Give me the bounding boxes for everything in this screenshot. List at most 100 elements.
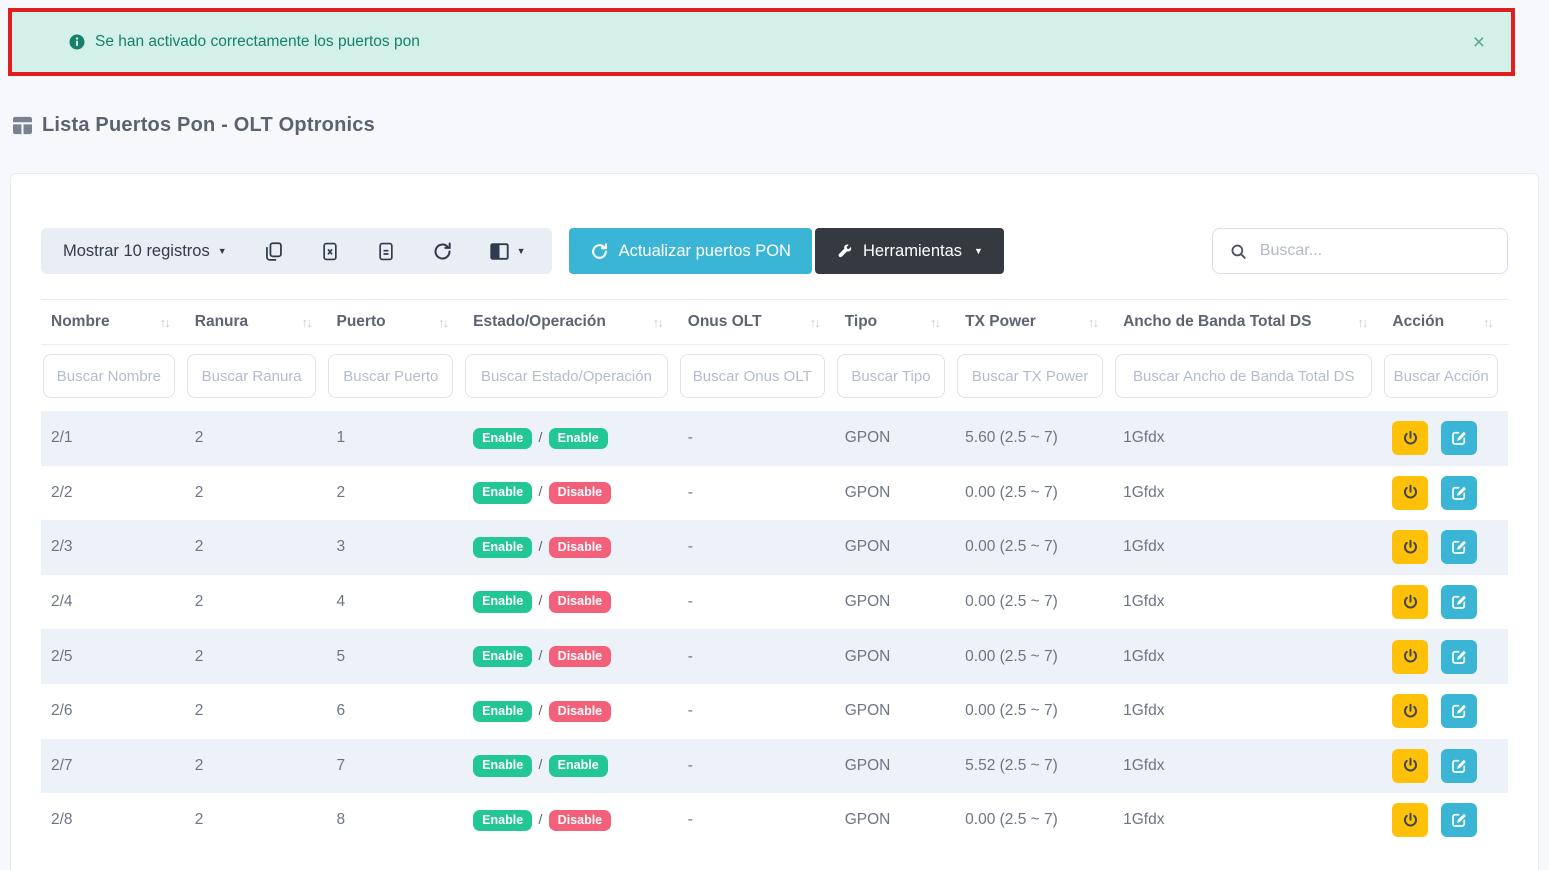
estado-separator: / <box>538 756 542 772</box>
operacion-badge: Enable <box>549 428 608 450</box>
power-icon <box>1401 811 1420 830</box>
cell-tipo: GPON <box>835 411 955 466</box>
filter-tx-power-input[interactable] <box>957 354 1103 398</box>
filter-ancho-input[interactable] <box>1115 354 1372 398</box>
edit-icon <box>1450 702 1468 720</box>
power-toggle-button[interactable] <box>1392 585 1428 619</box>
export-file-button[interactable] <box>376 241 396 262</box>
cell-ancho-banda: 1Gfdx <box>1113 411 1382 466</box>
filter-estado-input[interactable] <box>465 354 668 398</box>
operacion-badge: Disable <box>549 591 611 613</box>
power-toggle-button[interactable] <box>1392 640 1428 674</box>
cell-tx-power: 0.00 (2.5 ~ 7) <box>955 575 1113 630</box>
edit-icon <box>1450 429 1468 447</box>
table-row: 2/6 2 6 Enable / Disable - GPON 0.00 (2.… <box>41 684 1508 739</box>
sort-icon[interactable]: ↑↓ <box>930 315 939 330</box>
filter-accion-input[interactable] <box>1384 354 1498 398</box>
cell-tipo: GPON <box>835 575 955 630</box>
column-header-puerto[interactable]: Puerto↑↓ <box>326 300 463 345</box>
cell-onus-olt: - <box>678 684 835 739</box>
edit-button[interactable] <box>1441 803 1477 837</box>
cell-puerto: 5 <box>326 629 463 684</box>
cell-accion <box>1382 739 1508 794</box>
estado-separator: / <box>538 647 542 663</box>
cell-estado-operacion: Enable / Disable <box>463 466 678 521</box>
cell-tipo: GPON <box>835 793 955 848</box>
length-menu-dropdown[interactable]: Mostrar 10 registros ▼ <box>63 242 227 261</box>
column-header-ancho-banda[interactable]: Ancho de Banda Total DS↑↓ <box>1113 300 1382 345</box>
column-header-tx-power[interactable]: TX Power↑↓ <box>955 300 1113 345</box>
chevron-down-icon: ▼ <box>517 247 526 256</box>
edit-button[interactable] <box>1441 585 1477 619</box>
close-icon[interactable]: × <box>1473 32 1485 53</box>
column-header-accion[interactable]: Acción↑↓ <box>1382 300 1508 345</box>
cell-puerto: 6 <box>326 684 463 739</box>
sort-icon[interactable]: ↑↓ <box>160 315 169 330</box>
cell-accion <box>1382 575 1508 630</box>
filter-puerto-input[interactable] <box>328 354 453 398</box>
operacion-badge: Disable <box>549 810 611 832</box>
estado-separator: / <box>538 592 542 608</box>
cell-ranura: 2 <box>185 575 327 630</box>
sort-icon[interactable]: ↑↓ <box>1088 315 1097 330</box>
edit-button[interactable] <box>1441 530 1477 564</box>
column-header-onus-olt[interactable]: Onus OLT↑↓ <box>678 300 835 345</box>
power-toggle-button[interactable] <box>1392 694 1428 728</box>
power-icon <box>1401 702 1420 721</box>
table-row: 2/7 2 7 Enable / Enable - GPON 5.52 (2.5… <box>41 739 1508 794</box>
cell-ranura: 2 <box>185 411 327 466</box>
sort-icon[interactable]: ↑↓ <box>1483 315 1492 330</box>
reload-button[interactable] <box>432 241 453 262</box>
sort-icon[interactable]: ↑↓ <box>810 315 819 330</box>
column-visibility-dropdown[interactable]: ▼ <box>489 242 526 261</box>
cell-ancho-banda: 1Gfdx <box>1113 629 1382 684</box>
sort-icon[interactable]: ↑↓ <box>653 315 662 330</box>
sort-icon[interactable]: ↑↓ <box>1357 315 1366 330</box>
power-toggle-button[interactable] <box>1392 530 1428 564</box>
column-header-nombre[interactable]: Nombre↑↓ <box>41 300 185 345</box>
cell-estado-operacion: Enable / Enable <box>463 739 678 794</box>
power-toggle-button[interactable] <box>1392 749 1428 783</box>
cell-onus-olt: - <box>678 629 835 684</box>
page-title: Lista Puertos Pon - OLT Optronics <box>12 114 375 137</box>
power-toggle-button[interactable] <box>1392 421 1428 455</box>
tools-label: Herramientas <box>863 242 962 261</box>
update-pon-ports-button[interactable]: Actualizar puertos PON <box>569 228 812 274</box>
cell-estado-operacion: Enable / Disable <box>463 575 678 630</box>
edit-button[interactable] <box>1441 640 1477 674</box>
cell-onus-olt: - <box>678 520 835 575</box>
cell-accion <box>1382 466 1508 521</box>
wrench-icon <box>836 243 853 260</box>
filter-onus-input[interactable] <box>680 354 825 398</box>
filter-ranura-input[interactable] <box>187 354 317 398</box>
operacion-badge: Disable <box>549 482 611 504</box>
estado-separator: / <box>538 702 542 718</box>
power-toggle-button[interactable] <box>1392 803 1428 837</box>
cell-puerto: 7 <box>326 739 463 794</box>
success-alert: Se han activado correctamente los puerto… <box>12 12 1511 72</box>
estado-separator: / <box>538 429 542 445</box>
copy-button[interactable] <box>263 241 284 262</box>
cell-ranura: 2 <box>185 520 327 575</box>
edit-button[interactable] <box>1441 421 1477 455</box>
cell-onus-olt: - <box>678 575 835 630</box>
cell-nombre: 2/8 <box>41 793 185 848</box>
power-icon <box>1401 483 1420 502</box>
filter-nombre-input[interactable] <box>43 354 175 398</box>
filter-row <box>41 345 1508 412</box>
export-excel-button[interactable] <box>320 241 340 262</box>
sort-icon[interactable]: ↑↓ <box>301 315 310 330</box>
tools-dropdown-button[interactable]: Herramientas ▼ <box>815 228 1004 274</box>
search-input[interactable] <box>1260 242 1490 260</box>
column-header-ranura[interactable]: Ranura↑↓ <box>185 300 327 345</box>
sort-icon[interactable]: ↑↓ <box>438 315 447 330</box>
estado-badge: Enable <box>473 537 532 559</box>
edit-button[interactable] <box>1441 694 1477 728</box>
columns-icon <box>489 242 510 261</box>
column-header-tipo[interactable]: Tipo↑↓ <box>835 300 955 345</box>
power-toggle-button[interactable] <box>1392 476 1428 510</box>
edit-button[interactable] <box>1441 476 1477 510</box>
filter-tipo-input[interactable] <box>837 354 945 398</box>
edit-button[interactable] <box>1441 749 1477 783</box>
column-header-estado-operacion[interactable]: Estado/Operación↑↓ <box>463 300 678 345</box>
